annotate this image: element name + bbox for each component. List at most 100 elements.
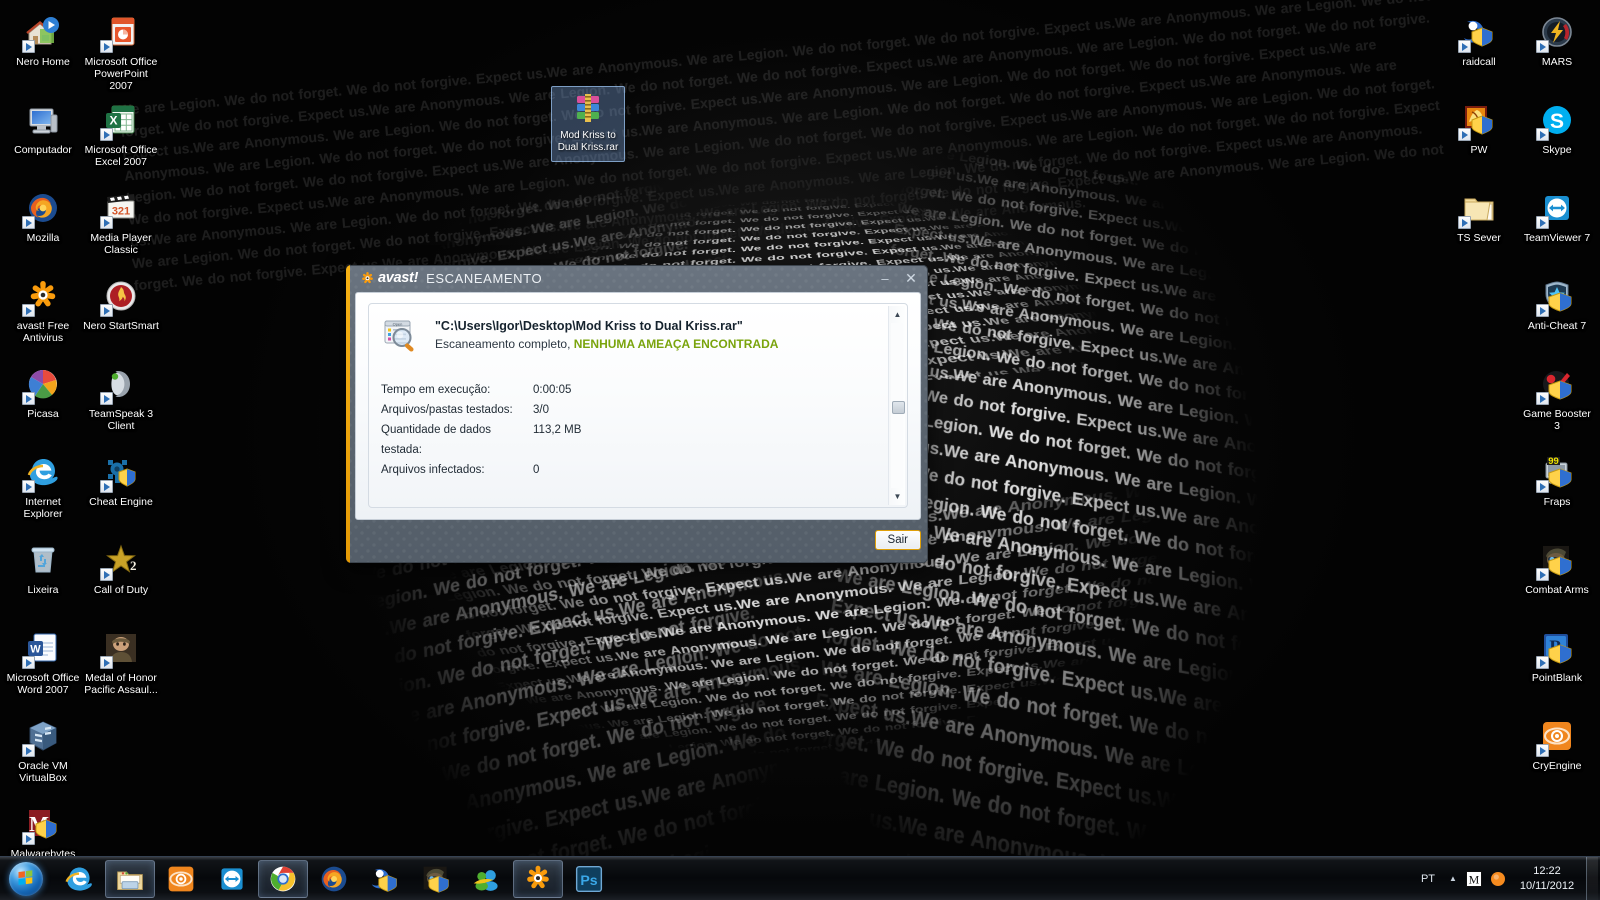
scan-stat-row: Quantidade de dados testada: 113,2 MB [381,420,907,460]
clock[interactable]: 12:22 10/11/2012 [1510,864,1584,894]
desktop-icon-anti-cheat-7[interactable]: Anti-Cheat 7 [1518,270,1596,358]
taskbar-button-google-chrome[interactable] [258,859,308,898]
taskbar-button-mozilla-firefox[interactable] [309,860,359,898]
scan-stat-value: 113,2 MB [533,424,582,436]
desktop-icon-game-booster-3[interactable]: Game Booster 3 [1518,358,1596,446]
scrollbar-thumb[interactable] [892,401,905,414]
mars-icon [1536,12,1577,53]
shortcut-arrow-icon [22,304,35,317]
desktop-icon-label: Nero Home [16,56,70,68]
desktop-icon-nero-home[interactable]: Nero Home [4,6,82,94]
taskbar-button-internet-explorer[interactable] [54,860,104,898]
avast-logo: avast! [360,270,418,286]
desktop-icon-pw[interactable]: PW [1440,94,1518,182]
clock-date: 10/11/2012 [1519,879,1575,892]
scroll-down-arrow-icon[interactable]: ▼ [890,489,905,504]
shortcut-arrow-icon [100,128,113,141]
desktop-icon-picasa[interactable]: Picasa [4,358,82,446]
desktop-icon-fraps[interactable]: 99 Fraps [1518,446,1596,534]
taskbar-button-cryengine[interactable] [156,860,206,898]
scan-stat-value: 0:00:05 [533,384,572,396]
msn-messenger-icon [472,864,502,894]
taskbar-button-photoshop[interactable]: Ps [564,860,614,898]
vertical-scrollbar[interactable]: ▲ ▼ [888,306,905,505]
taskbar-button-msn-messenger[interactable] [462,860,512,898]
taskbar-button-combat-arms[interactable] [411,860,461,898]
shortcut-arrow-icon [1458,40,1471,53]
desktop-file-mod-kriss-rar[interactable]: Mod Kriss to Dual Kriss.rar [551,86,625,162]
shortcut-arrow-icon [1536,128,1549,141]
computer-icon [23,100,63,140]
show-desktop-button[interactable] [1586,856,1598,900]
desktop-icon-microsoft-office-word-2007[interactable]: W Microsoft Office Word 2007 [4,622,82,710]
scan-stat-label: Arquivos/pastas testados: [381,404,513,416]
desktop-icon-medal-of-honor-pacific-assaul[interactable]: Medal of Honor Pacific Assaul... [82,622,160,710]
shortcut-arrow-icon [22,40,35,53]
scan-result-header: Open "C:\Users\Igor\Desktop\Mod Kriss to… [369,304,907,356]
malwarebytes-tray-icon[interactable]: M [1462,867,1486,891]
cryengine-icon [166,864,196,894]
cryengine-icon [1536,716,1577,757]
shortcut-arrow-icon [22,216,35,229]
scan-magnifier-icon: Open [381,316,421,356]
shortcut-arrow-icon [1536,744,1549,757]
taskbar-button-avast-antivirus[interactable] [513,859,563,898]
exit-button[interactable]: Sair [874,530,921,550]
desktop-icon-media-player-classic[interactable]: 321 Media Player Classic [82,182,160,270]
desktop-icon-skype[interactable]: S Skype [1518,94,1596,182]
svg-text:Open: Open [393,321,403,326]
scan-status-prefix: Escaneamento completo, [435,337,574,351]
avast-scan-window[interactable]: avast! ESCANEAMENTO – ✕ Open "C:\Users\I… [346,265,928,563]
svg-text:M: M [1469,872,1480,886]
tray-language-indicator[interactable]: PT [1412,873,1444,885]
start-button[interactable] [2,859,50,899]
desktop-icon-raidcall[interactable]: raidcall [1440,6,1518,94]
desktop-icon-label: Skype [1542,144,1572,156]
desktop-icon-mozilla[interactable]: Mozilla [4,182,82,270]
window-titlebar[interactable]: avast! ESCANEAMENTO [360,265,542,291]
desktop-icon-internet-explorer[interactable]: Internet Explorer [4,446,82,534]
taskbar-button-teamviewer[interactable] [207,860,257,898]
teamviewer-icon [217,864,247,894]
desktop-icon-teamspeak-3-client[interactable]: TeamSpeak 3 Client [82,358,160,446]
close-button[interactable]: ✕ [900,269,922,287]
scroll-up-arrow-icon[interactable]: ▲ [890,307,905,322]
internet-explorer-icon [64,864,94,894]
desktop-icon-lixeira[interactable]: Lixeira [4,534,82,622]
avast-ball-icon [360,271,375,286]
desktop-icon-teamviewer-7[interactable]: TeamViewer 7 [1518,182,1596,270]
desktop-icon-cryengine[interactable]: CryEngine [1518,710,1596,798]
desktop-icon-avast-free-antivirus[interactable]: avast! Free Antivirus [4,270,82,358]
folder-icon [1458,188,1499,229]
desktop-icon-combat-arms[interactable]: Combat Arms [1518,534,1596,622]
shortcut-arrow-icon [22,832,35,845]
desktop-icon-label: Cheat Engine [89,496,153,508]
svg-text:2: 2 [130,558,137,573]
desktop-icon-pointblank[interactable]: P PointBlank [1518,622,1596,710]
desktop-icon-oracle-vm-virtualbox[interactable]: Oracle VM VirtualBox [4,710,82,798]
desktop-icon-label: Anti-Cheat 7 [1527,320,1587,332]
shortcut-arrow-icon [1536,568,1549,581]
desktop-icon-nero-startsmart[interactable]: Nero StartSmart [82,270,160,358]
desktop-icon-microsoft-office-excel-2007[interactable]: X Microsoft Office Excel 2007 [82,94,160,182]
desktop-icon-label: TeamViewer 7 [1523,232,1591,244]
desktop-icon-mars[interactable]: MARS [1518,6,1596,94]
desktop-icon-label: Media Player Classic [90,232,152,256]
desktop-icon-label: CryEngine [1532,760,1582,772]
tray-expand-chevron-icon[interactable]: ▲ [1444,867,1462,891]
avast-tray-icon[interactable] [1486,867,1510,891]
desktop-icon-ts-sever[interactable]: TS Sever [1440,182,1518,270]
desktop-icon-call-of-duty[interactable]: 2 Call of Duty [82,534,160,622]
scrollbar-track[interactable] [891,323,905,488]
desktop-icon-microsoft-office-powerpoint-2007[interactable]: Microsoft Office PowerPoint 2007 [82,6,160,94]
desktop-icon-label: raidcall [1462,56,1496,68]
desktop-icon-cheat-engine[interactable]: Cheat Engine [82,446,160,534]
desktop-file-label: Mod Kriss to Dual Kriss.rar [557,130,619,153]
taskbar-button-raidcall[interactable] [360,860,410,898]
minimize-button[interactable]: – [874,269,896,287]
teamviewer-icon [1536,188,1577,229]
media-player-classic-icon: 321 [100,188,141,229]
desktop-icon-computador[interactable]: Computador [4,94,82,182]
taskbar-button-windows-explorer[interactable] [105,859,155,898]
desktop-icon-label: PointBlank [1531,672,1583,684]
